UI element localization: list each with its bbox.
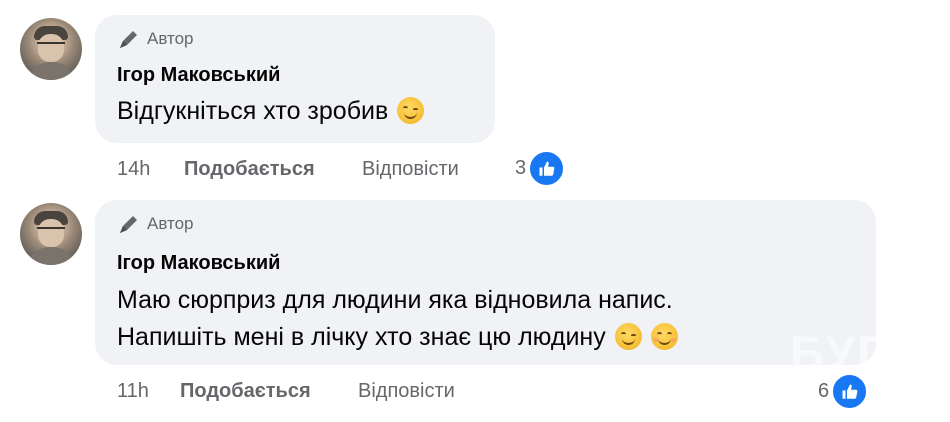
comment-line: Маю сюрприз для людини яка відновила нап… <box>117 286 673 314</box>
wink-emoji <box>614 323 642 350</box>
commenter-name[interactable]: Ігор Маковський <box>117 252 280 275</box>
reply-button[interactable]: Відповісти <box>358 380 455 403</box>
reaction-count: 3 <box>515 157 527 179</box>
author-badge-label: Автор <box>147 29 194 48</box>
author-badge-label: Автор <box>147 214 194 233</box>
author-badge: Автор <box>117 27 194 51</box>
commenter-name[interactable]: Ігор Маковський <box>117 64 280 87</box>
avatar[interactable] <box>20 18 82 80</box>
thumbs-up-icon <box>528 150 566 187</box>
comment-timestamp[interactable]: 11h <box>117 380 149 403</box>
pen-icon <box>120 216 137 233</box>
comment-line-2: Напишіть мені в лічку хто знає цю людину <box>117 321 678 354</box>
comment-line: Напишіть мені в лічку хто знає цю людину <box>117 323 606 351</box>
like-button[interactable]: Подобається <box>184 158 315 181</box>
comment-text: Маю сюрприз для людини яка відновила нап… <box>117 284 678 354</box>
avatar[interactable] <box>20 203 82 265</box>
pen-icon <box>120 31 137 48</box>
reply-button[interactable]: Відповісти <box>362 158 459 181</box>
reaction-count: 6 <box>818 380 830 402</box>
comment-text: Відгукніться хто зробив <box>117 95 425 128</box>
comment-bubble: Автор Ігор Маковський Відгукніться хто з… <box>95 15 495 143</box>
author-badge: Автор <box>117 212 194 236</box>
comment-line: Відгукніться хто зробив <box>117 97 389 125</box>
watermark: БУГ <box>790 328 887 381</box>
like-button[interactable]: Подобається <box>180 380 311 403</box>
comment-bubble: Автор Ігор Маковський Маю сюрприз для лю… <box>95 200 876 365</box>
comment-timestamp[interactable]: 14h <box>117 158 150 181</box>
reaction-summary[interactable]: 3 <box>515 150 566 187</box>
wink-emoji <box>397 97 425 124</box>
smile-emoji <box>650 323 678 350</box>
